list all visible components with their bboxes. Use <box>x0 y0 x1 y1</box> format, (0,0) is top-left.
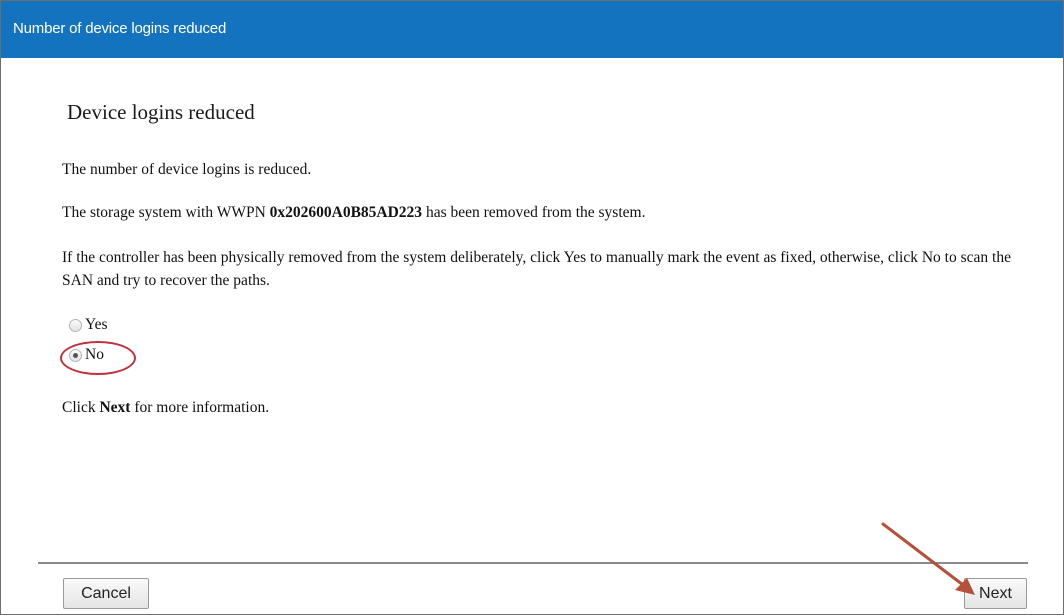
radio-label-yes: Yes <box>85 316 108 333</box>
radio-option-no[interactable]: No <box>69 346 104 364</box>
dialog-window: Number of device logins reduced Device l… <box>0 0 1064 615</box>
wwpn-value: 0x202600A0B85AD223 <box>269 204 423 221</box>
radio-option-yes[interactable]: Yes <box>69 316 108 334</box>
radio-button-yes[interactable] <box>69 318 82 332</box>
description-logins-reduced: The number of device logins is reduced. <box>62 161 312 178</box>
page-heading: Device logins reduced <box>67 100 255 124</box>
dialog-title: Number of device logins reduced <box>13 20 227 37</box>
description-storage-removed: The storage system with WWPN 0x202600A0B… <box>62 204 645 222</box>
next-button[interactable]: Next <box>964 578 1027 609</box>
next-hint-prefix: Click <box>62 399 100 416</box>
storage-text-prefix: The storage system with WWPN <box>62 204 270 221</box>
radio-button-no[interactable] <box>69 348 82 362</box>
next-hint-suffix: for more information. <box>130 399 270 416</box>
storage-text-suffix: has been removed from the system. <box>422 204 646 221</box>
title-bar: Number of device logins reduced <box>1 1 1063 58</box>
footer-separator <box>38 562 1028 564</box>
next-hint: Click Next for more information. <box>62 399 269 417</box>
description-instructions: If the controller has been physically re… <box>62 249 1011 289</box>
next-hint-bold: Next <box>99 399 131 416</box>
cancel-button[interactable]: Cancel <box>63 578 149 609</box>
radio-label-no: No <box>85 346 104 363</box>
